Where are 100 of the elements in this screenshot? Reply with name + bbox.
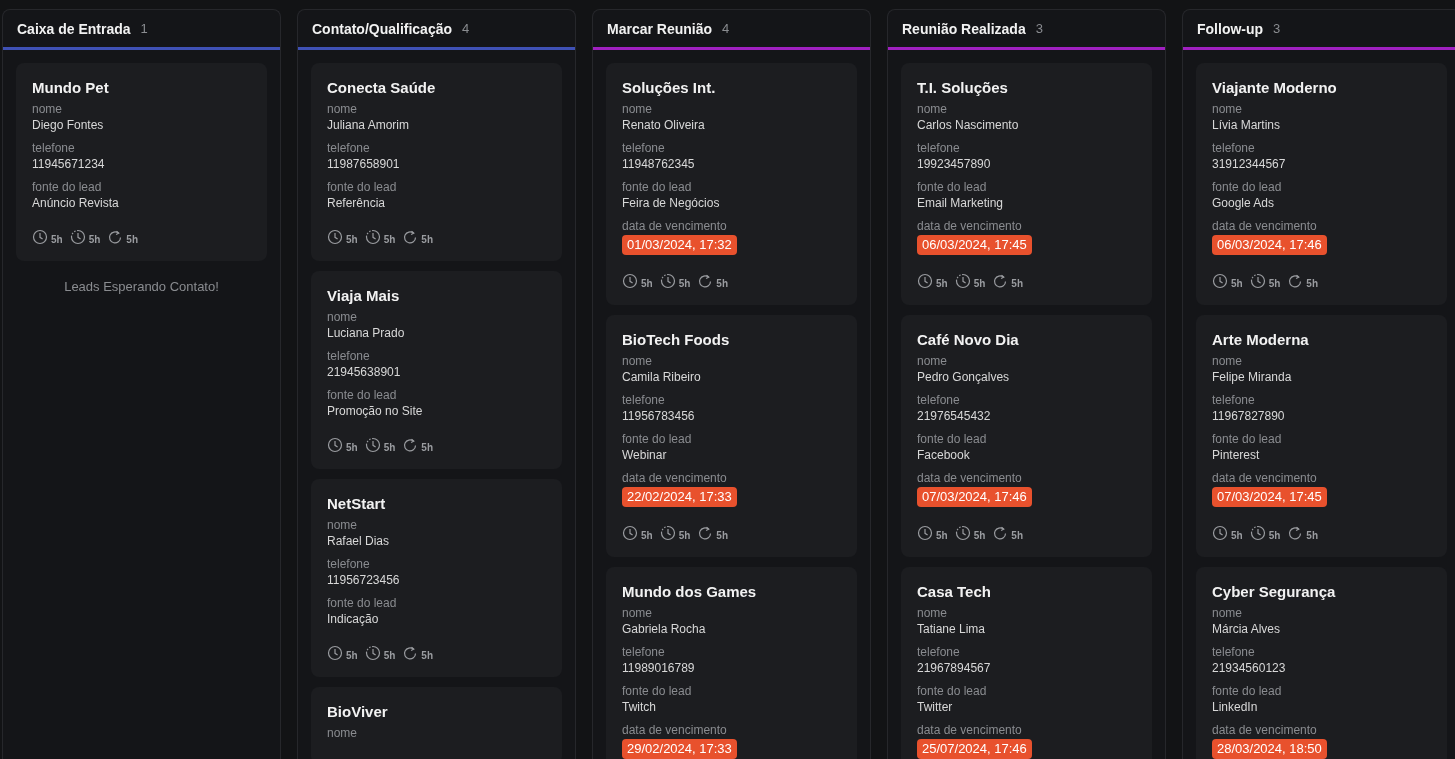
card-count: 3: [1273, 21, 1281, 36]
field-value: Pedro Gonçalves: [917, 369, 1010, 385]
field-label: telefone: [327, 556, 370, 572]
clock-icon: [659, 525, 676, 541]
field-value: 21934560123: [1212, 660, 1286, 676]
clock-icon: [364, 645, 381, 661]
field-label: fonte do lead: [327, 387, 397, 403]
timer-value: 5h: [641, 277, 653, 289]
due-date-badge: 06/03/2024, 17:46: [1212, 235, 1327, 255]
field-value: Camila Ribeiro: [622, 369, 701, 385]
clock-icon: [659, 273, 676, 289]
lead-card[interactable]: Mundo dos Games nome Gabriela Rocha telefone 11989016789 fonte do lead Twitch data de vencimento 29/02/2024, 17:33: [606, 567, 857, 759]
lead-card[interactable]: Café Novo Dia nome Pedro Gonçalves telefone 21976545432 fonte do lead Facebook data de vencimento 07/03/2024, 17:46 5h 5h 5h: [901, 315, 1152, 557]
timer-value: 5h: [1306, 529, 1318, 541]
field-value: Google Ads: [1212, 195, 1275, 211]
field-label: data de vencimento: [1212, 722, 1317, 738]
field-label: fonte do lead: [32, 179, 102, 195]
timer-value: 5h: [716, 529, 728, 541]
field-value: Pinterest: [1212, 447, 1260, 463]
lead-card[interactable]: Casa Tech nome Tatiane Lima telefone 21967894567 fonte do lead Twitter data de vencimento 25/07/2024, 17:46: [901, 567, 1152, 759]
field-label: telefone: [917, 140, 960, 156]
field-value: Juliana Amorim: [327, 117, 410, 133]
timer-value: 5h: [88, 233, 101, 245]
lead-card[interactable]: Viajante Moderno nome Lívia Martins telefone 31912344567 fonte do lead Google Ads data de vencimento 06/03/2024, 17:46 5h 5h 5h: [1196, 63, 1447, 305]
field-value: 19923457890: [917, 156, 991, 172]
lead-card[interactable]: Cyber Segurança nome Márcia Alves telefone 21934560123 fonte do lead LinkedIn data de vencimento 28/03/2024, 18:50: [1196, 567, 1447, 759]
field-value: 11945671234: [32, 156, 105, 172]
field-label: fonte do lead: [917, 431, 987, 447]
card-title: Cyber Segurança: [1212, 582, 1337, 602]
field-label: fonte do lead: [917, 179, 987, 195]
field-label: telefone: [1212, 392, 1255, 408]
lead-card[interactable]: NetStart nome Rafael Dias telefone 11956723456 fonte do lead Indicação 5h 5h 5h: [311, 479, 562, 677]
lead-card[interactable]: Soluções Int. nome Renato Oliveira telefone 11948762345 fonte do lead Feira de Negócios data de vencimento 01/03/2024, 17:32 5h 5h 5h: [606, 63, 857, 305]
lead-card[interactable]: Arte Moderna nome Felipe Miranda telefone 11967827890 fonte do lead Pinterest data de vencimento 07/03/2024, 17:45 5h 5h 5h: [1196, 315, 1447, 557]
card-title: Mundo dos Games: [622, 582, 758, 602]
field-value: Rafael Dias: [327, 533, 390, 549]
field-label: data de vencimento: [1212, 218, 1317, 234]
field-label: fonte do lead: [917, 683, 987, 699]
field-label: nome: [32, 101, 63, 117]
lead-card[interactable]: BioViver nome: [311, 687, 562, 759]
field-label: data de vencimento: [622, 218, 727, 234]
field-value: Gabriela Rocha: [622, 621, 706, 637]
card-count: 4: [722, 21, 730, 36]
field-value: Referência: [327, 195, 386, 211]
field-value: Lívia Martins: [1212, 117, 1281, 133]
field-label: telefone: [1212, 140, 1255, 156]
refresh-icon: [992, 273, 1009, 289]
field-label: fonte do lead: [327, 179, 397, 195]
field-label: nome: [622, 353, 653, 369]
field-label: data de vencimento: [917, 470, 1022, 486]
card-title: BioViver: [327, 702, 389, 722]
card-title: Arte Moderna: [1212, 330, 1310, 350]
clock-icon: [1212, 273, 1228, 289]
due-date-badge: 29/02/2024, 17:33: [622, 739, 737, 759]
timer-value: 5h: [421, 233, 433, 245]
field-value: Márcia Alves: [1212, 621, 1281, 637]
field-value: 31912344567: [1212, 156, 1286, 172]
card-title: T.I. Soluções: [917, 78, 1009, 98]
card-count: 1: [140, 21, 148, 36]
card-title: Casa Tech: [917, 582, 992, 602]
column-title: Reunião Realizada: [902, 20, 1026, 37]
due-date-badge: 07/03/2024, 17:46: [917, 487, 1032, 507]
empty-note: Leads Esperando Contato!: [64, 279, 219, 294]
lead-card[interactable]: BioTech Foods nome Camila Ribeiro telefone 11956783456 fonte do lead Webinar data de vencimento 22/02/2024, 17:33 5h 5h 5h: [606, 315, 857, 557]
field-label: data de vencimento: [917, 218, 1022, 234]
timer-value: 5h: [641, 529, 653, 541]
lead-card[interactable]: Viaja Mais nome Luciana Prado telefone 21945638901 fonte do lead Promoção no Site 5h 5h 5h: [311, 271, 562, 469]
timer-value: 5h: [1011, 277, 1023, 289]
refresh-icon: [107, 229, 124, 245]
refresh-icon: [697, 273, 714, 289]
lead-card[interactable]: Conecta Saúde nome Juliana Amorim telefone 11987658901 fonte do lead Referência 5h 5h 5h: [311, 63, 562, 261]
timer-value: 5h: [421, 441, 433, 453]
card-title: Viaja Mais: [327, 286, 401, 306]
card-title: Viajante Moderno: [1212, 78, 1338, 98]
card-count: 3: [1035, 21, 1043, 36]
field-value: 21967894567: [917, 660, 991, 676]
timer-value: 5h: [678, 277, 691, 289]
timer-value: 5h: [383, 233, 396, 245]
field-value: Tatiane Lima: [917, 621, 986, 637]
field-label: nome: [1212, 101, 1243, 117]
field-label: telefone: [622, 644, 665, 660]
field-label: fonte do lead: [1212, 179, 1282, 195]
lead-card[interactable]: Mundo Pet nome Diego Fontes telefone 11945671234 fonte do lead Anúncio Revista 5h 5h 5h: [16, 63, 267, 261]
field-value: 11956783456: [622, 408, 695, 424]
field-label: data de vencimento: [622, 722, 727, 738]
field-label: telefone: [32, 140, 75, 156]
timer-value: 5h: [936, 277, 948, 289]
lead-card[interactable]: T.I. Soluções nome Carlos Nascimento telefone 19923457890 fonte do lead Email Marketing data de vencimento 06/03/2024, 17:45 5h 5h 5h: [901, 63, 1152, 305]
timer-value: 5h: [346, 233, 358, 245]
clock-icon: [1249, 273, 1266, 289]
column-title: Follow-up: [1197, 20, 1264, 37]
clock-icon: [327, 645, 343, 661]
field-label: fonte do lead: [327, 595, 397, 611]
card-count: 4: [462, 21, 470, 36]
refresh-icon: [1287, 525, 1304, 541]
field-value: Feira de Negócios: [622, 195, 720, 211]
field-label: nome: [1212, 353, 1243, 369]
column-title: Marcar Reunião: [607, 20, 713, 37]
field-value: Carlos Nascimento: [917, 117, 1019, 133]
refresh-icon: [1287, 273, 1304, 289]
